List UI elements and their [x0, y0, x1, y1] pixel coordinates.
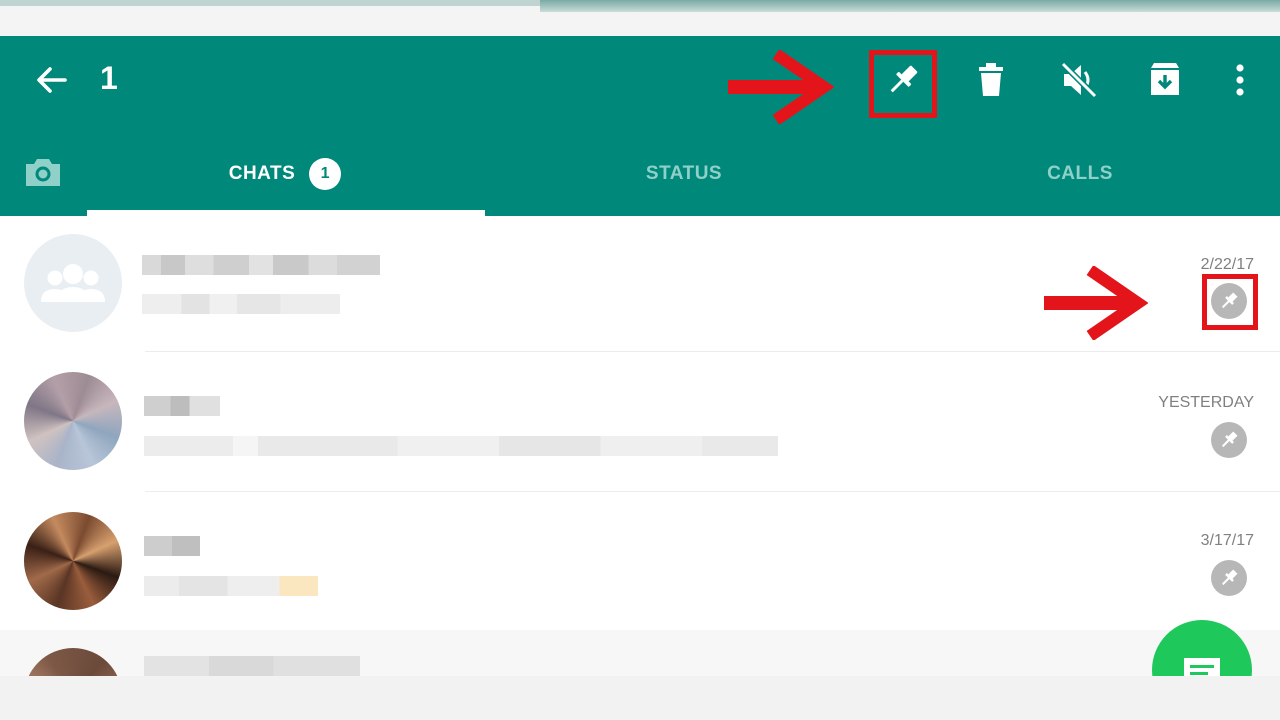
archive-icon	[1151, 63, 1179, 95]
chat-name-redacted	[144, 536, 200, 556]
chat-name-redacted	[144, 396, 220, 416]
tab-chats-label: CHATS	[228, 163, 296, 184]
pin-icon	[890, 65, 918, 93]
pinned-indicator	[1211, 560, 1247, 596]
camera-tab[interactable]	[24, 156, 64, 192]
archive-button[interactable]	[1143, 58, 1187, 102]
status-strip	[0, 0, 1280, 36]
chat-row-4[interactable]	[0, 630, 1280, 676]
arrow-back-icon	[37, 67, 67, 93]
group-avatar	[24, 234, 122, 332]
chat-date: 2/22/17	[1200, 256, 1254, 273]
chat-preview-redacted	[144, 436, 778, 456]
contact-avatar	[24, 372, 122, 470]
chat-date: YESTERDAY	[1158, 394, 1254, 411]
chat-name-redacted	[144, 656, 360, 676]
chat-row-2[interactable]: YESTERDAY	[0, 352, 1280, 492]
delete-icon	[979, 63, 1003, 96]
chat-preview-redacted	[142, 294, 340, 314]
pin-indicator-highlight-box	[1202, 274, 1258, 330]
selected-count: 1	[100, 60, 118, 96]
contact-avatar	[24, 648, 122, 676]
annotation-arrow	[728, 50, 834, 124]
mute-button[interactable]	[1057, 58, 1101, 102]
chat-name-redacted	[142, 255, 380, 275]
chat-date: 3/17/17	[1200, 532, 1254, 549]
pinned-indicator	[1211, 422, 1247, 458]
back-button[interactable]	[30, 62, 72, 98]
tab-chats[interactable]: CHATS 1	[190, 152, 380, 196]
camera-icon	[26, 159, 60, 186]
pin-button[interactable]	[881, 58, 925, 102]
tab-status-label: STATUS	[645, 163, 723, 184]
pin-icon	[1221, 569, 1238, 586]
mute-icon	[1060, 61, 1098, 99]
group-avatar-icon	[41, 264, 105, 302]
whatsapp-screen: 1 CHATS 1 STATUS CALLS 2/22/17 YESTERDAY…	[0, 0, 1280, 720]
annotation-arrow	[1044, 266, 1148, 340]
chat-preview-redacted	[144, 576, 318, 596]
more-options-icon	[1236, 64, 1244, 96]
contact-avatar	[24, 512, 122, 610]
selection-app-bar: 1 CHATS 1 STATUS CALLS	[0, 36, 1280, 216]
tab-status[interactable]: STATUS	[584, 152, 784, 196]
pin-icon	[1221, 431, 1238, 448]
tab-calls[interactable]: CALLS	[980, 152, 1180, 196]
more-options-button[interactable]	[1220, 58, 1260, 102]
delete-button[interactable]	[969, 58, 1013, 102]
chat-row-3[interactable]: 3/17/17	[0, 492, 1280, 630]
unread-badge: 1	[309, 158, 342, 190]
tab-calls-label: CALLS	[1047, 163, 1113, 184]
